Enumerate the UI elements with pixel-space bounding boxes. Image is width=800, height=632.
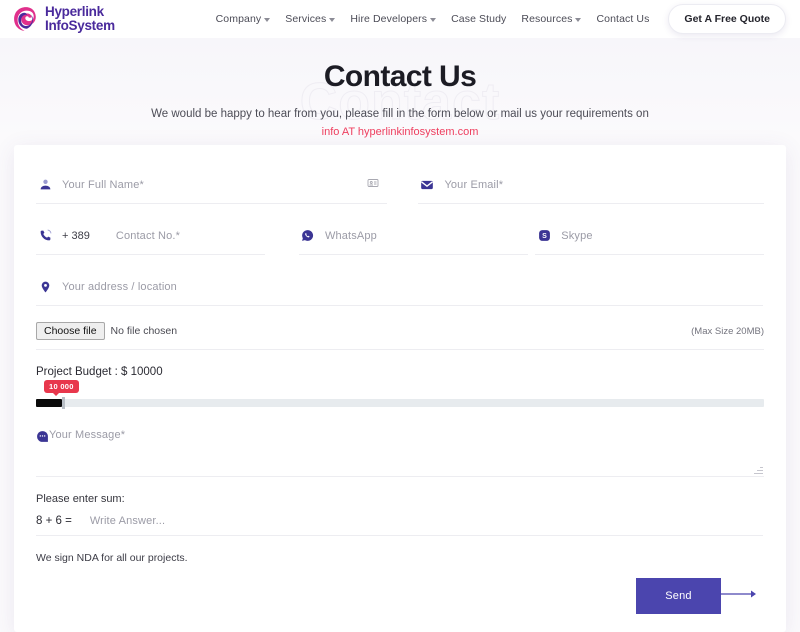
nav-item-contact-us[interactable]: Contact Us [596,13,649,25]
nav-label: Services [285,13,327,25]
whatsapp-placeholder: WhatsApp [324,229,377,242]
choose-file-button[interactable]: Choose file [36,322,105,340]
send-button[interactable]: Send [636,578,721,614]
email-placeholder: Your Email* [444,178,504,191]
full-name-field[interactable]: Your Full Name* [36,167,388,204]
nav-item-case-study[interactable]: Case Study [451,13,506,25]
attachment-row: Choose file No file chosen (Max Size 20M… [36,322,764,350]
main-navigation: Company Services Hire Developers Case St… [216,4,786,34]
chevron-down-icon [430,17,437,22]
chevron-down-icon [575,17,582,22]
svg-text:S: S [542,233,547,240]
nav-item-company[interactable]: Company [216,13,271,25]
slider-handle[interactable] [62,397,65,409]
message-placeholder: Your Message* [49,429,126,441]
project-budget-slider[interactable]: 10 000 [36,380,764,409]
nav-label: Company [215,13,262,25]
page-hero: Contact Contact Us We would be happy to … [0,38,800,140]
logo-line-1: Hyperlink [45,4,104,20]
phone-placeholder: Contact No.* [115,229,181,242]
person-icon [36,178,54,191]
phone-ring-icon [36,229,54,242]
map-pin-icon [36,280,54,294]
max-size-note: (Max Size 20MB) [691,325,764,337]
skype-icon: S [535,229,553,242]
captcha-answer-placeholder[interactable]: Write Answer... [90,515,165,527]
site-header: Hyperlink InfoSystem Company Services Hi… [0,0,800,38]
textarea-resize-handle[interactable] [754,465,763,474]
chevron-down-icon [264,17,271,22]
address-field[interactable]: Your address / location [36,269,763,306]
captcha-row: 8 + 6 = Write Answer... [36,515,763,536]
slider-value-badge: 10 000 [44,380,79,395]
captcha-question: 8 + 6 = [36,515,72,527]
arrow-right-icon [720,587,760,605]
nav-item-resources[interactable]: Resources [521,13,582,25]
slider-fill [36,399,62,407]
captcha-label: Please enter sum: [36,493,125,505]
envelope-icon [418,178,436,192]
hero-subtitle: We would be happy to hear from you, plea… [151,108,649,120]
nda-note: We sign NDA for all our projects. [36,552,188,564]
contact-email-link[interactable]: info AT hyperlinkinfosystem.com [0,126,800,138]
chevron-down-icon [329,17,336,22]
nav-label: Hire Developers [350,13,428,25]
contact-card-icon[interactable] [367,176,379,194]
logo-wordmark: Hyperlink InfoSystem [45,5,115,33]
skype-field[interactable]: S Skype [535,218,764,255]
email-field[interactable]: Your Email* [418,167,764,204]
message-field[interactable]: Your Message* [36,427,764,477]
nav-item-services[interactable]: Services [285,13,336,25]
phone-country-prefix[interactable]: + 389 [62,230,90,242]
phone-field[interactable]: + 389 Contact No.* [36,218,265,255]
site-logo[interactable]: Hyperlink InfoSystem [12,5,115,33]
nav-label: Case Study [451,13,507,25]
chat-bubble-icon [36,430,49,448]
contact-form-card: Your Full Name* Your Email* + 389 Contac… [14,145,786,632]
row-spacer [387,167,418,204]
skype-placeholder: Skype [561,229,593,242]
nav-label: Resources [521,13,573,25]
get-a-free-quote-button[interactable]: Get A Free Quote [668,4,786,34]
send-area: Send [36,578,764,614]
page-title: Contact Us [323,60,477,93]
full-name-placeholder: Your Full Name* [62,178,144,191]
form-row-2: + 389 Contact No.* WhatsApp S Skype [36,204,764,255]
nav-label: Contact Us [596,13,650,25]
file-upload-input[interactable]: Choose file No file chosen [36,322,177,340]
nav-item-hire-developers[interactable]: Hire Developers [350,13,437,25]
address-placeholder: Your address / location [62,280,177,293]
hyperlink-logo-icon [14,7,36,31]
form-row-1: Your Full Name* Your Email* [36,167,764,204]
whatsapp-field[interactable]: WhatsApp [298,218,528,255]
file-status-label: No file chosen [110,325,178,337]
project-budget-label: Project Budget : $ 10000 [36,366,163,378]
row-spacer [265,204,299,255]
whatsapp-icon [299,229,317,242]
slider-track[interactable] [36,399,764,407]
row-spacer [528,204,536,255]
logo-line-2: InfoSystem [45,18,115,33]
